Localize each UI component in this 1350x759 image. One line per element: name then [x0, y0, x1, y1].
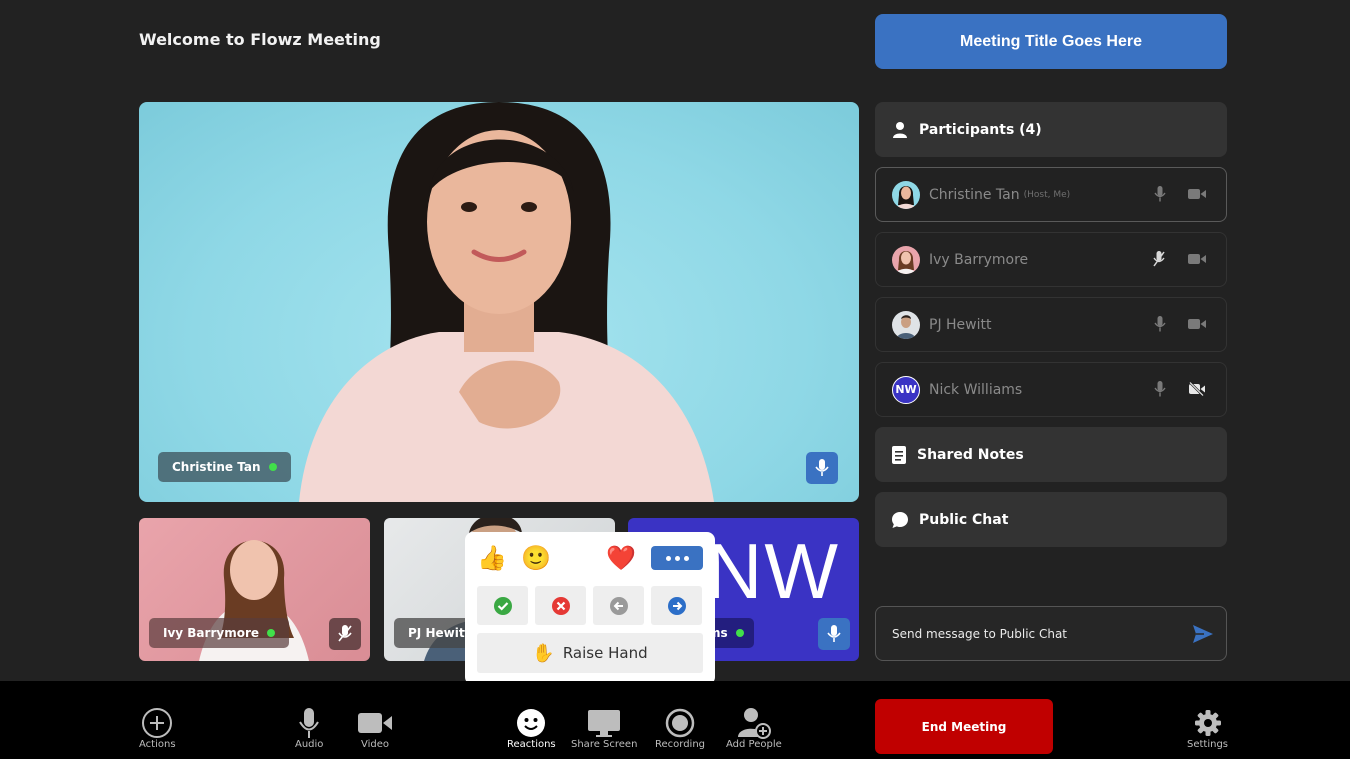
participants-label: Participants (4) [919, 121, 1042, 138]
laugh-reaction[interactable]: 😆 [563, 544, 588, 572]
microphone-icon [815, 459, 829, 476]
chat-input-box[interactable] [875, 606, 1227, 661]
yes-reaction-button[interactable] [477, 586, 528, 625]
reactions-label: Reactions [507, 739, 556, 750]
microphone-icon [827, 625, 841, 642]
monitor-icon [588, 710, 621, 737]
thumb-mic-muted-ivy[interactable] [329, 618, 361, 650]
avatar-ivy [892, 245, 920, 274]
heart-reaction[interactable]: ❤️ [606, 544, 636, 572]
reactions-popup: 👍 🙂 😆 ❤️ ✋ Raise Hand [465, 532, 715, 695]
add-people-button[interactable]: Add People [726, 707, 782, 750]
avatar-christine [892, 180, 920, 209]
more-reactions-button[interactable] [651, 546, 703, 570]
settings-button[interactable]: Settings [1187, 707, 1228, 750]
cross-circle-icon [551, 596, 570, 615]
mic-muted-icon [338, 625, 352, 642]
recording-button[interactable]: Recording [655, 707, 705, 750]
welcome-title: Welcome to Flowz Meeting [139, 30, 381, 49]
no-reaction-button[interactable] [535, 586, 586, 625]
bottom-toolbar: Actions Audio Video Reactions Share Scre… [0, 681, 1350, 759]
video-camera-icon[interactable] [1188, 253, 1206, 265]
record-icon [665, 708, 695, 738]
smile-reaction[interactable]: 🙂 [521, 544, 551, 572]
online-indicator [267, 629, 275, 637]
arrow-right-circle-icon [667, 596, 686, 615]
main-video-name: Christine Tan [172, 460, 261, 474]
shared-notes-panel[interactable]: Shared Notes [875, 427, 1227, 482]
audio-button[interactable]: Audio [295, 707, 323, 750]
participant-name: Ivy Barrymore [929, 251, 1029, 268]
participant-name: PJ Hewitt [929, 316, 992, 333]
meeting-title-button[interactable]: Meeting Title Goes Here [875, 14, 1227, 69]
public-chat-label: Public Chat [919, 511, 1009, 528]
video-label: Video [360, 739, 390, 750]
participants-panel-header[interactable]: Participants (4) [875, 102, 1227, 157]
thumb-mic-nick[interactable] [818, 618, 850, 650]
avatar-nick: NW [892, 375, 920, 404]
participant-video-christine [299, 102, 714, 502]
main-video-name-tag: Christine Tan [158, 452, 291, 482]
person-icon [893, 121, 907, 138]
settings-label: Settings [1187, 739, 1229, 750]
online-indicator [268, 463, 277, 471]
slower-reaction-button[interactable] [593, 586, 644, 625]
gear-icon [1194, 710, 1221, 736]
raise-hand-label: Raise Hand [562, 644, 648, 662]
thumb-name-tag-ivy: Ivy Barrymore [149, 618, 289, 648]
avatar-initials: NW [895, 383, 917, 396]
audio-label: Audio [295, 739, 324, 750]
microphone-icon[interactable] [1154, 381, 1166, 397]
participant-row-nick[interactable]: NW Nick Williams [875, 362, 1227, 417]
add-person-icon [737, 708, 771, 739]
actions-label: Actions [139, 739, 176, 750]
online-indicator [735, 629, 744, 637]
video-camera-icon[interactable] [1188, 318, 1206, 330]
notes-icon [892, 445, 906, 464]
main-video-mic-button[interactable] [806, 452, 838, 484]
arrow-left-circle-icon [609, 596, 628, 615]
participant-name: Christine Tan [929, 186, 1020, 203]
faster-reaction-button[interactable] [651, 586, 702, 625]
end-meeting-button[interactable]: End Meeting [875, 699, 1053, 754]
public-chat-panel[interactable]: Public Chat [875, 492, 1227, 547]
mic-muted-icon[interactable] [1152, 251, 1166, 267]
add-people-label: Add People [726, 739, 782, 750]
avatar-pj [892, 310, 920, 339]
actions-button[interactable]: Actions [139, 707, 176, 750]
thumb-name-ivy: Ivy Barrymore [163, 626, 259, 640]
microphone-icon [299, 708, 320, 738]
participant-name: Nick Williams [929, 381, 1023, 398]
smiley-icon [517, 709, 546, 737]
microphone-icon[interactable] [1154, 316, 1166, 332]
reactions-button[interactable]: Reactions [507, 707, 556, 750]
main-video-tile[interactable]: Christine Tan [139, 102, 859, 502]
share-screen-label: Share Screen [571, 739, 638, 750]
thumbs-up-reaction[interactable]: 👍 [477, 544, 507, 572]
chat-bubble-icon [892, 511, 908, 528]
share-screen-button[interactable]: Share Screen [571, 707, 637, 750]
thumb-initials-nick: NW [706, 527, 840, 615]
participant-row-christine[interactable]: Christine Tan (Host, Me) [875, 167, 1227, 222]
recording-label: Recording [655, 739, 706, 750]
plus-circle-icon [142, 708, 173, 738]
raised-hand-icon: ✋ [532, 642, 555, 664]
public-chat-input[interactable] [892, 626, 1182, 641]
microphone-icon[interactable] [1154, 186, 1166, 202]
video-tile-ivy[interactable]: Ivy Barrymore [139, 518, 370, 661]
raise-hand-button[interactable]: ✋ Raise Hand [477, 633, 703, 673]
video-off-icon[interactable] [1188, 382, 1206, 396]
send-icon[interactable] [1192, 623, 1214, 645]
participant-row-pj[interactable]: PJ Hewitt [875, 297, 1227, 352]
thumb-name-pj: PJ Hewitt [408, 626, 471, 640]
participant-role: (Host, Me) [1023, 189, 1071, 200]
check-circle-icon [493, 596, 512, 615]
shared-notes-label: Shared Notes [917, 446, 1024, 463]
video-camera-icon [358, 713, 392, 733]
video-camera-icon[interactable] [1188, 188, 1206, 200]
video-button[interactable]: Video [357, 707, 393, 750]
participant-row-ivy[interactable]: Ivy Barrymore [875, 232, 1227, 287]
